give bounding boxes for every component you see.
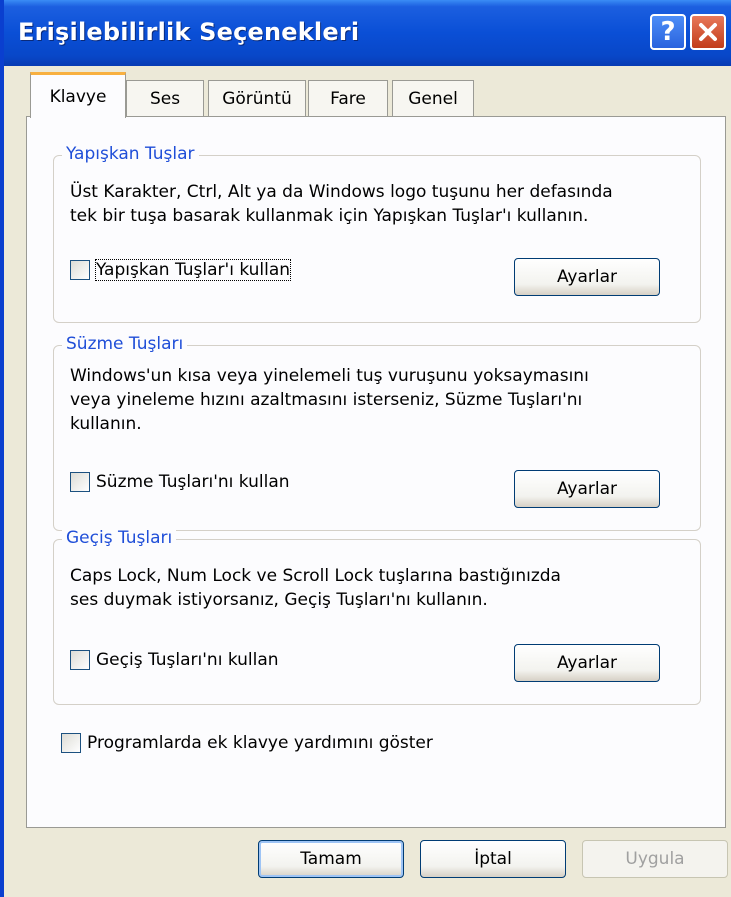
toggle-keys-settings-button[interactable]: Ayarlar xyxy=(514,644,660,682)
sticky-keys-description: Üst Karakter, Ctrl, Alt ya da Windows lo… xyxy=(70,180,613,228)
toggle-desc-line-2: ses duymak istiyorsanız, Geçiş Tuşları'n… xyxy=(70,590,488,610)
title-bar[interactable]: Erişilebilirlik Seçenekleri ? xyxy=(4,0,731,66)
close-button[interactable] xyxy=(690,14,726,50)
toggle-keys-legend: Geçiş Tuşları xyxy=(62,528,177,548)
tab-mouse[interactable]: Fare xyxy=(308,80,388,116)
toggle-keys-checkbox-row[interactable]: Geçiş Tuşları'nı kullan xyxy=(70,650,279,670)
sticky-keys-settings-button[interactable]: Ayarlar xyxy=(514,258,660,296)
filter-keys-checkbox[interactable] xyxy=(70,472,90,492)
extra-help-checkbox-row[interactable]: Programlarda ek klavye yardımını göster xyxy=(61,733,433,753)
apply-button[interactable]: Uygula xyxy=(582,840,728,878)
toggle-keys-description: Caps Lock, Num Lock ve Scroll Lock tuşla… xyxy=(70,564,561,612)
toggle-keys-checkbox-label[interactable]: Geçiş Tuşları'nı kullan xyxy=(96,650,279,670)
tab-keyboard[interactable]: Klavye xyxy=(30,72,126,118)
tab-panel-keyboard: Yapışkan Tuşlar Üst Karakter, Ctrl, Alt … xyxy=(26,116,726,828)
filter-keys-checkbox-label[interactable]: Süzme Tuşları'nı kullan xyxy=(96,472,290,492)
sticky-keys-checkbox-row[interactable]: Yapışkan Tuşlar'ı kullan xyxy=(70,259,292,281)
sticky-keys-group: Yapışkan Tuşlar Üst Karakter, Ctrl, Alt … xyxy=(53,144,701,323)
sticky-desc-line-2: tek bir tuşa basarak kullanmak için Yapı… xyxy=(70,206,589,226)
sticky-keys-checkbox[interactable] xyxy=(70,260,90,280)
filter-desc-line-1: Windows'un kısa veya yinelemeli tuş vuru… xyxy=(70,366,589,386)
extra-help-checkbox[interactable] xyxy=(61,733,81,753)
tab-general[interactable]: Genel xyxy=(392,80,474,116)
filter-desc-line-2: veya yineleme hızını azaltmasını isterse… xyxy=(70,390,583,410)
filter-desc-line-3: kullanın. xyxy=(70,414,142,434)
ok-button[interactable]: Tamam xyxy=(258,840,404,878)
filter-keys-group: Süzme Tuşları Windows'un kısa veya yinel… xyxy=(53,334,701,531)
filter-keys-legend: Süzme Tuşları xyxy=(62,334,188,354)
sticky-keys-legend: Yapışkan Tuşlar xyxy=(62,144,199,164)
cancel-button[interactable]: İptal xyxy=(420,840,566,878)
tab-display[interactable]: Görüntü xyxy=(208,80,306,116)
window-title: Erişilebilirlik Seçenekleri xyxy=(18,18,360,46)
filter-keys-description: Windows'un kısa veya yinelemeli tuş vuru… xyxy=(70,364,589,436)
sticky-desc-line-1: Üst Karakter, Ctrl, Alt ya da Windows lo… xyxy=(70,182,613,202)
filter-keys-checkbox-row[interactable]: Süzme Tuşları'nı kullan xyxy=(70,472,290,492)
dialog-window: Erişilebilirlik Seçenekleri ? Yapışkan T… xyxy=(0,0,731,897)
tab-sound[interactable]: Ses xyxy=(126,80,204,116)
toggle-desc-line-1: Caps Lock, Num Lock ve Scroll Lock tuşla… xyxy=(70,566,561,586)
toggle-keys-group: Geçiş Tuşları Caps Lock, Num Lock ve Scr… xyxy=(53,528,701,705)
extra-help-checkbox-label[interactable]: Programlarda ek klavye yardımını göster xyxy=(87,733,433,753)
close-icon xyxy=(699,23,717,41)
help-icon: ? xyxy=(660,17,676,47)
sticky-keys-checkbox-label[interactable]: Yapışkan Tuşlar'ı kullan xyxy=(94,259,292,281)
help-button[interactable]: ? xyxy=(650,14,686,50)
filter-keys-settings-button[interactable]: Ayarlar xyxy=(514,470,660,508)
toggle-keys-checkbox[interactable] xyxy=(70,650,90,670)
